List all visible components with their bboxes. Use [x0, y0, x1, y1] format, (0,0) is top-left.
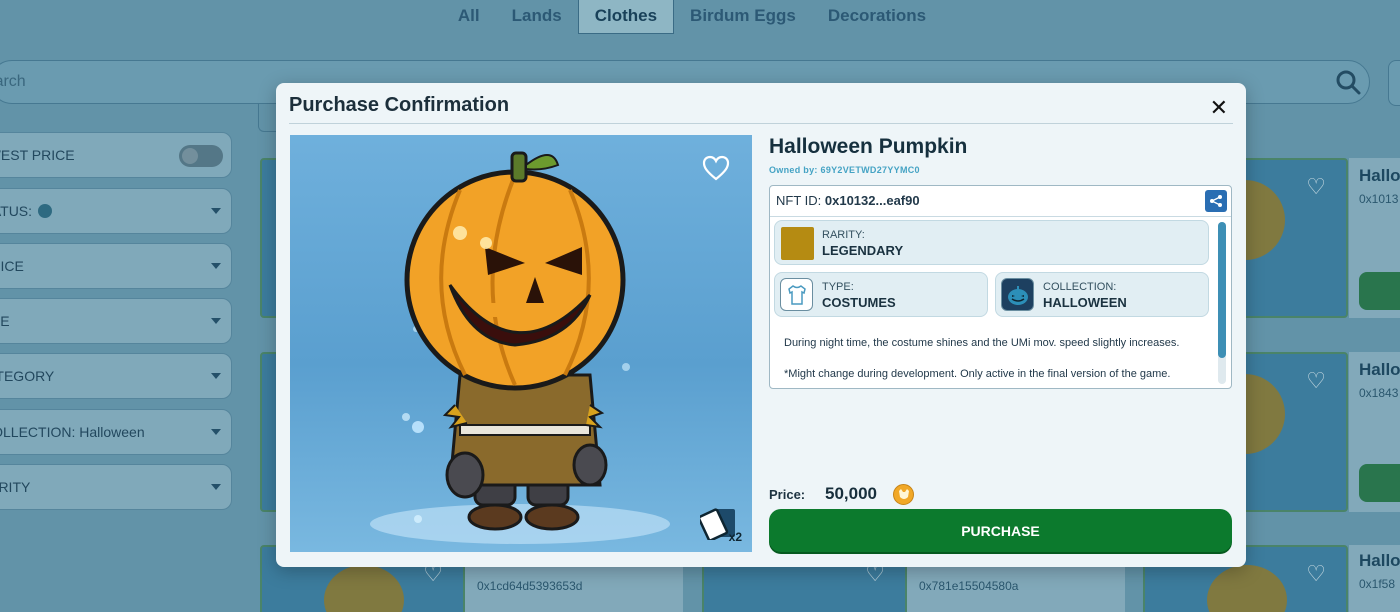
purchase-confirmation-modal: Purchase Confirmation ✕ x2 Halloween Pum…	[276, 83, 1246, 567]
collection-label: COLLECTION:	[1043, 281, 1117, 293]
description-line: During night time, the costume shines an…	[784, 337, 1180, 349]
rarity-color-swatch	[781, 227, 814, 260]
item-name: Halloween Pumpkin	[769, 135, 968, 158]
type-label: TYPE:	[822, 281, 854, 293]
item-preview: x2	[290, 135, 752, 552]
owner-label: Owned by:	[769, 165, 818, 175]
quantity-label: x2	[728, 530, 742, 544]
divider	[289, 123, 1233, 124]
share-button[interactable]	[1205, 190, 1227, 212]
type-value: COSTUMES	[822, 295, 896, 310]
nft-id-label: NFT ID:	[776, 193, 822, 208]
scrollbar-thumb[interactable]	[1218, 222, 1226, 358]
rarity-label: RARITY:	[822, 229, 865, 241]
rarity-value: LEGENDARY	[822, 243, 904, 258]
item-description: During night time, the costume shines an…	[784, 336, 1204, 382]
price-label: Price:	[769, 487, 806, 502]
share-icon	[1210, 195, 1222, 207]
item-details-panel: NFT ID: 0x10132...eaf90 RARITY: LEGENDAR…	[769, 185, 1232, 389]
collection-attribute: COLLECTION: HALLOWEEN	[995, 272, 1209, 317]
collection-value: HALLOWEEN	[1043, 295, 1127, 310]
heart-icon[interactable]	[702, 155, 730, 181]
type-attribute: TYPE: COSTUMES	[774, 272, 988, 317]
description-note: *Might change during development. Only a…	[784, 368, 1171, 380]
purchase-button[interactable]: PURCHASE	[769, 509, 1232, 552]
quantity-badge: x2	[697, 506, 742, 544]
shirt-icon	[780, 278, 813, 311]
rarity-attribute: RARITY: LEGENDARY	[774, 220, 1209, 265]
price-value: 50,000	[825, 484, 877, 503]
nft-id-value: 0x10132...eaf90	[824, 193, 920, 208]
currency-coin-icon	[893, 484, 914, 505]
modal-title: Purchase Confirmation	[289, 94, 510, 116]
pumpkin-costume-illustration	[402, 151, 630, 531]
nft-id: NFT ID: 0x10132...eaf90	[776, 193, 920, 208]
pumpkin-icon	[1001, 278, 1034, 311]
owner-info: Owned by: 69Y2VETWD27YYMC0	[769, 165, 920, 175]
close-icon[interactable]: ✕	[1210, 95, 1228, 121]
divider	[770, 216, 1231, 217]
owner-value[interactable]: 69Y2VETWD27YYMC0	[821, 165, 920, 175]
